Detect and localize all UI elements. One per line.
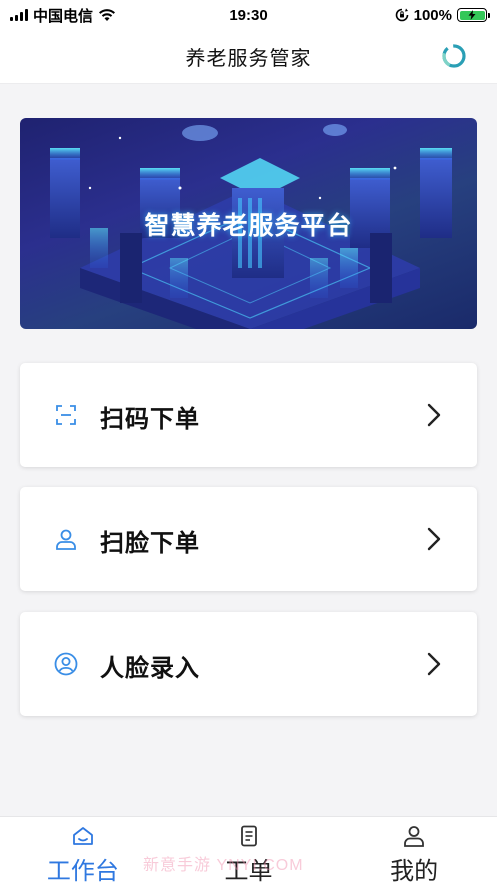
scan-order-card[interactable]: 扫码下单: [20, 363, 477, 467]
tab-workbench-label: 工作台: [46, 858, 119, 883]
tab-mine-label: 我的: [390, 858, 439, 883]
home-icon: [72, 827, 93, 845]
scan-order-label: 扫码下单: [100, 406, 200, 433]
tab-work-order[interactable]: 工单: [166, 817, 332, 883]
tab-mine[interactable]: 我的: [331, 817, 497, 883]
carrier-label: 中国电信: [33, 7, 94, 25]
wifi-icon: [99, 9, 116, 21]
face-order-card[interactable]: 扫脸下单: [20, 487, 477, 591]
battery-percent: 100%: [413, 6, 452, 24]
face-enroll-label: 人脸录入: [100, 655, 200, 682]
chevron-right-icon: [427, 527, 441, 551]
tab-work-order-label: 工单: [224, 858, 273, 883]
signal-icon: [10, 9, 28, 21]
loading-ring-icon[interactable]: [441, 43, 467, 69]
battery-icon: [457, 8, 490, 22]
face-enroll-card[interactable]: 人脸录入: [20, 612, 477, 716]
scan-icon: [56, 405, 76, 425]
tab-workbench[interactable]: 工作台: [0, 817, 166, 883]
user-icon: [56, 529, 76, 550]
face-order-label: 扫脸下单: [100, 530, 200, 557]
face-profile-icon: [54, 652, 78, 676]
chevron-right-icon: [427, 403, 441, 427]
profile-icon: [404, 826, 425, 847]
orientation-lock-icon: [395, 8, 408, 22]
document-icon: [240, 825, 257, 847]
page-title: 养老服务管家: [185, 48, 312, 70]
banner-image: 智慧养老服务平台: [20, 118, 477, 329]
status-bar: 中国电信 19:30 100%: [0, 0, 497, 30]
chevron-right-icon: [427, 652, 441, 676]
nav-bar: 养老服务管家: [0, 30, 497, 84]
tab-bar: 工作台 工单 我的: [0, 816, 497, 883]
status-left: 中国电信: [10, 5, 116, 26]
banner-title: 智慧养老服务平台: [144, 212, 353, 240]
status-right: 100%: [395, 6, 490, 24]
